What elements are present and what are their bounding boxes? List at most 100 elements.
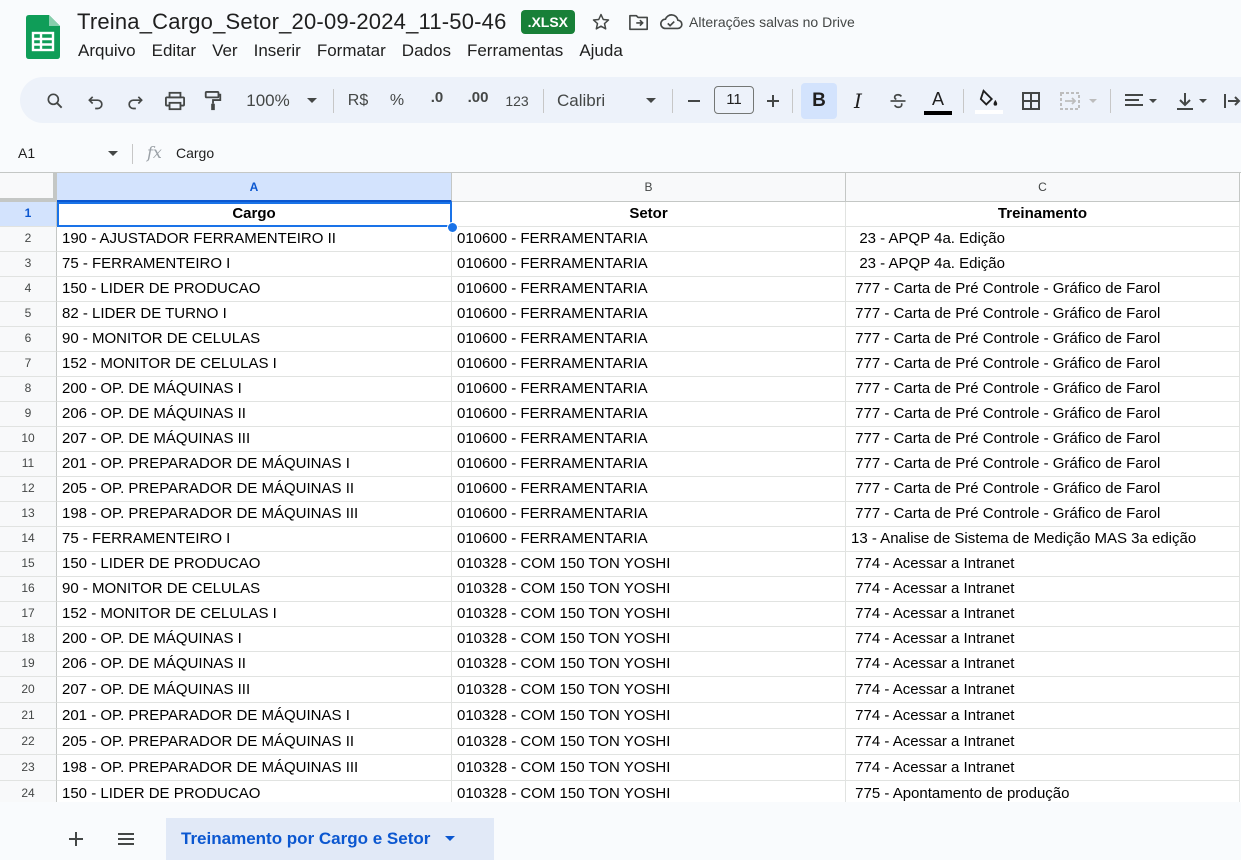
cell-a[interactable]: 190 - AJUSTADOR FERRAMENTEIRO II	[57, 227, 452, 252]
paint-format-icon[interactable]	[201, 78, 225, 124]
row-header[interactable]: 18	[0, 627, 57, 652]
row-header[interactable]: 12	[0, 477, 57, 502]
select-all-corner[interactable]	[0, 173, 57, 202]
minus-icon[interactable]	[683, 78, 705, 124]
plus-icon[interactable]	[762, 78, 784, 124]
italic-button[interactable]: I	[846, 78, 870, 124]
cell-c[interactable]: 774 - Acessar a Intranet	[846, 627, 1240, 652]
cell-b[interactable]: 010600 - FERRAMENTARIA	[452, 527, 846, 552]
cell-c[interactable]: 774 - Acessar a Intranet	[846, 755, 1240, 781]
cell-c[interactable]: 777 - Carta de Pré Controle - Gráfico de…	[846, 352, 1240, 377]
redo-icon[interactable]	[123, 78, 147, 124]
save-status[interactable]: Alterações salvas no Drive	[689, 14, 855, 30]
cell-b[interactable]: 010600 - FERRAMENTARIA	[452, 377, 846, 402]
cell-a[interactable]: 150 - LIDER DE PRODUCAO	[57, 277, 452, 302]
row-header[interactable]: 3	[0, 252, 57, 277]
row-header[interactable]: 20	[0, 677, 57, 703]
row-header[interactable]: 24	[0, 781, 57, 802]
row-header[interactable]: 16	[0, 577, 57, 602]
row-header[interactable]: 10	[0, 427, 57, 452]
cell-b[interactable]: 010328 - COM 150 TON YOSHI	[452, 755, 846, 781]
cell-a[interactable]: 200 - OP. DE MÁQUINAS I	[57, 377, 452, 402]
chevron-down-icon[interactable]	[444, 835, 456, 843]
cell-b[interactable]: Setor	[452, 202, 846, 227]
menu-inserir[interactable]: Inserir	[246, 40, 309, 62]
chevron-down-icon[interactable]	[641, 78, 661, 124]
decrease-decimal-button[interactable]: .0	[423, 74, 451, 120]
cell-c[interactable]: 777 - Carta de Pré Controle - Gráfico de…	[846, 327, 1240, 352]
menu-ajuda[interactable]: Ajuda	[571, 40, 630, 62]
cell-a[interactable]: 82 - LIDER DE TURNO I	[57, 302, 452, 327]
cell-c[interactable]: 777 - Carta de Pré Controle - Gráfico de…	[846, 452, 1240, 477]
cell-a[interactable]: 205 - OP. PREPARADOR DE MÁQUINAS II	[57, 477, 452, 502]
cell-b[interactable]: 010328 - COM 150 TON YOSHI	[452, 729, 846, 755]
chevron-down-icon[interactable]	[107, 150, 119, 158]
cell-a[interactable]: 206 - OP. DE MÁQUINAS II	[57, 652, 452, 677]
row-header[interactable]: 13	[0, 502, 57, 527]
cell-b[interactable]: 010600 - FERRAMENTARIA	[452, 277, 846, 302]
print-icon[interactable]	[162, 78, 188, 124]
menu-dados[interactable]: Dados	[394, 40, 459, 62]
row-header[interactable]: 22	[0, 729, 57, 755]
sheets-logo[interactable]	[26, 15, 60, 59]
row-header[interactable]: 23	[0, 755, 57, 781]
fill-color-icon[interactable]	[973, 78, 1005, 124]
cell-a[interactable]: 150 - LIDER DE PRODUCAO	[57, 552, 452, 577]
cell-a[interactable]: 207 - OP. DE MÁQUINAS III	[57, 677, 452, 703]
cell-b[interactable]: 010328 - COM 150 TON YOSHI	[452, 703, 846, 729]
cell-a[interactable]: 90 - MONITOR DE CELULAS	[57, 577, 452, 602]
cell-a[interactable]: 200 - OP. DE MÁQUINAS I	[57, 627, 452, 652]
number-format-button[interactable]: 123	[503, 78, 531, 124]
cell-c[interactable]: 777 - Carta de Pré Controle - Gráfico de…	[846, 302, 1240, 327]
bold-button[interactable]: B	[801, 83, 837, 119]
cell-c[interactable]: 774 - Acessar a Intranet	[846, 703, 1240, 729]
cell-b[interactable]: 010600 - FERRAMENTARIA	[452, 477, 846, 502]
cell-c[interactable]: 774 - Acessar a Intranet	[846, 552, 1240, 577]
cell-c[interactable]: 777 - Carta de Pré Controle - Gráfico de…	[846, 502, 1240, 527]
cell-b[interactable]: 010328 - COM 150 TON YOSHI	[452, 677, 846, 703]
cell-a[interactable]: 90 - MONITOR DE CELULAS	[57, 327, 452, 352]
row-header[interactable]: 9	[0, 402, 57, 427]
cell-a[interactable]: 205 - OP. PREPARADOR DE MÁQUINAS II	[57, 729, 452, 755]
row-header[interactable]: 1	[0, 202, 57, 227]
menu-formatar[interactable]: Formatar	[309, 40, 394, 62]
cell-a[interactable]: 206 - OP. DE MÁQUINAS II	[57, 402, 452, 427]
cell-a[interactable]: 201 - OP. PREPARADOR DE MÁQUINAS I	[57, 703, 452, 729]
move-folder-icon[interactable]	[627, 10, 651, 34]
all-sheets-button[interactable]	[106, 818, 146, 860]
row-header[interactable]: 15	[0, 552, 57, 577]
cell-a[interactable]: 75 - FERRAMENTEIRO I	[57, 527, 452, 552]
cell-a[interactable]: 152 - MONITOR DE CELULAS I	[57, 602, 452, 627]
cell-c[interactable]: 777 - Carta de Pré Controle - Gráfico de…	[846, 427, 1240, 452]
menu-arquivo[interactable]: Arquivo	[70, 40, 144, 62]
menu-ver[interactable]: Ver	[204, 40, 246, 62]
zoom-select[interactable]: 100%	[241, 78, 295, 124]
cell-a[interactable]: 150 - LIDER DE PRODUCAO	[57, 781, 452, 802]
font-family-select[interactable]: Calibri	[557, 78, 623, 124]
cell-b[interactable]: 010600 - FERRAMENTARIA	[452, 452, 846, 477]
cell-a[interactable]: 198 - OP. PREPARADOR DE MÁQUINAS III	[57, 755, 452, 781]
formula-input[interactable]: Cargo	[176, 145, 214, 161]
cell-a[interactable]: 207 - OP. DE MÁQUINAS III	[57, 427, 452, 452]
cell-c[interactable]: 23 - APQP 4a. Edição	[846, 227, 1240, 252]
cell-a[interactable]: 152 - MONITOR DE CELULAS I	[57, 352, 452, 377]
fill-handle[interactable]	[447, 222, 458, 233]
row-header[interactable]: 21	[0, 703, 57, 729]
cell-a[interactable]: 198 - OP. PREPARADOR DE MÁQUINAS III	[57, 502, 452, 527]
currency-format-button[interactable]: R$	[344, 78, 372, 124]
cell-c[interactable]: 777 - Carta de Pré Controle - Gráfico de…	[846, 477, 1240, 502]
cell-b[interactable]: 010600 - FERRAMENTARIA	[452, 302, 846, 327]
borders-icon[interactable]	[1018, 78, 1044, 124]
row-header[interactable]: 8	[0, 377, 57, 402]
chevron-down-icon[interactable]	[302, 78, 322, 124]
cell-c[interactable]: 777 - Carta de Pré Controle - Gráfico de…	[846, 277, 1240, 302]
text-color-button[interactable]: A	[922, 78, 954, 124]
cell-c[interactable]: 774 - Acessar a Intranet	[846, 577, 1240, 602]
cell-b[interactable]: 010328 - COM 150 TON YOSHI	[452, 781, 846, 802]
cell-c[interactable]: 775 - Apontamento de produção	[846, 781, 1240, 802]
row-header[interactable]: 14	[0, 527, 57, 552]
cell-c[interactable]: 777 - Carta de Pré Controle - Gráfico de…	[846, 377, 1240, 402]
strikethrough-icon[interactable]	[886, 78, 910, 124]
align-vertical-icon[interactable]	[1170, 78, 1214, 124]
merge-cells-icon[interactable]	[1058, 78, 1102, 124]
